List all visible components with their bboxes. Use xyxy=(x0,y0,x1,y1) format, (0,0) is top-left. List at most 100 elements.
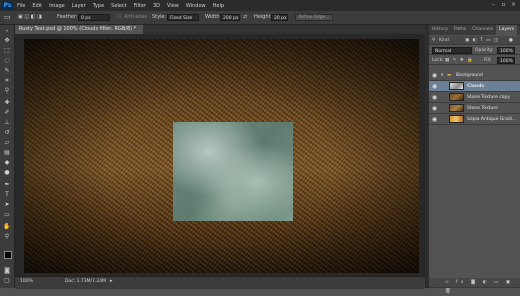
width-label: Width: xyxy=(205,14,222,20)
layer-name: Clouds xyxy=(467,84,485,89)
quick-mask-icon[interactable]: ◙ xyxy=(3,267,11,274)
visibility-eye-icon[interactable]: ◉ xyxy=(431,105,438,112)
rectangle-shape-icon[interactable]: ▭ xyxy=(3,211,11,218)
layer-thumbnail xyxy=(449,104,464,112)
menu-filter[interactable]: Filter xyxy=(134,3,146,9)
filter-type-icons[interactable]: ▣ ◐ T ▭ ◫ xyxy=(465,36,499,45)
clone-stamp-icon[interactable]: ⊥ xyxy=(3,119,11,126)
menu-select[interactable]: Select xyxy=(111,3,126,9)
style-select[interactable]: Fixed Size xyxy=(167,14,199,21)
layer-row-sepia-gradient[interactable]: ◉ Sepia Antique Gradi... xyxy=(429,114,520,125)
maximize-icon[interactable]: ▫ xyxy=(499,1,508,9)
layer-group-background[interactable]: ◉ ▾ ▬ Background xyxy=(429,70,520,81)
tab-paths[interactable]: Paths xyxy=(451,25,469,35)
hand-tool-icon[interactable]: ✋ xyxy=(3,223,11,230)
rectangular-marquee-icon[interactable]: ⬚ xyxy=(3,47,11,54)
zoom-tool-icon[interactable]: ⚲ xyxy=(3,233,11,240)
layer-name: Sepia Antique Gradi... xyxy=(467,117,517,122)
gradient-tool-icon[interactable]: ▤ xyxy=(3,149,11,156)
layer-thumbnail xyxy=(449,115,464,123)
screen-mode-icon[interactable]: ▢ xyxy=(3,277,11,284)
height-label: Height: xyxy=(254,14,273,20)
status-menu-arrow-icon[interactable]: ▸ xyxy=(110,278,113,284)
move-tool-icon[interactable]: ✥ xyxy=(3,37,11,44)
antialias-checkbox[interactable]: ☐ xyxy=(117,14,121,21)
lock-icons[interactable]: ▦ ✎ ✥ 🔒 xyxy=(445,56,474,65)
toolbox: » ✥ ⬚ ◌ ✎ ⌗ ⚲ ✚ ✐ ⊥ ↺ ▱ ▤ ◆ ● ✒ T ➤ ▭ ✋ … xyxy=(0,25,15,288)
spot-healing-icon[interactable]: ✚ xyxy=(3,99,11,106)
dodge-tool-icon[interactable]: ● xyxy=(3,169,11,176)
layer-thumbnail xyxy=(449,93,464,101)
width-field[interactable]: 200 px xyxy=(220,14,240,21)
menu-layer[interactable]: Layer xyxy=(72,3,86,9)
visibility-eye-icon[interactable]: ◉ xyxy=(431,94,438,101)
history-brush-icon[interactable]: ↺ xyxy=(3,129,11,136)
eraser-tool-icon[interactable]: ▱ xyxy=(3,139,11,146)
layer-action-icons[interactable]: ∞ fx ◙ ◐ ▭ ▣ 🗑 xyxy=(445,278,520,296)
refine-edge-button[interactable]: Refine Edge... xyxy=(295,14,333,21)
tab-history[interactable]: History xyxy=(429,25,451,35)
folder-icon: ▬ xyxy=(447,73,452,78)
pen-tool-icon[interactable]: ✒ xyxy=(3,181,11,188)
menu-3d[interactable]: 3D xyxy=(153,3,160,9)
layer-row-stone-texture[interactable]: ◉ Stone Texture xyxy=(429,103,520,114)
document-tab-title: Rusty Text.psd @ 100% (Clouds filter, RG… xyxy=(19,26,137,32)
blend-mode-select[interactable]: Normal xyxy=(432,47,472,54)
lock-fill-row: Lock: ▦ ✎ ✥ 🔒 Fill: 100% xyxy=(429,56,520,65)
eyedropper-icon[interactable]: ⚲ xyxy=(3,87,11,94)
fill-field[interactable]: 100% xyxy=(497,57,515,64)
menu-window[interactable]: Window xyxy=(186,3,206,9)
opacity-field[interactable]: 100% xyxy=(497,47,515,54)
menu-image[interactable]: Image xyxy=(49,3,65,9)
height-field[interactable]: 20 px xyxy=(271,14,288,21)
group-name: Background xyxy=(456,73,483,78)
opacity-label: Opacity: xyxy=(475,48,494,53)
tab-channels[interactable]: Channels xyxy=(469,25,496,35)
type-tool-icon[interactable]: T xyxy=(3,191,11,198)
layers-bottom-toolbar: ∞ fx ◙ ◐ ▭ ▣ 🗑 xyxy=(429,278,520,294)
visibility-eye-icon[interactable]: ◉ xyxy=(431,72,438,79)
menu-type[interactable]: Type xyxy=(93,3,104,9)
panel-tabs: History Paths Channels Layers xyxy=(429,25,520,35)
feather-field[interactable]: 0 px xyxy=(78,14,110,21)
quick-selection-icon[interactable]: ✎ xyxy=(3,67,11,74)
tab-layers[interactable]: Layers xyxy=(496,25,517,35)
selection-mode-icons[interactable]: ▣ ◫ ◧ ◨ xyxy=(18,14,42,21)
menu-view[interactable]: View xyxy=(167,3,179,9)
filter-toggle-icon[interactable]: ● xyxy=(509,36,513,45)
layer-filter-row: ⚲ Kind ▣ ◐ T ▭ ◫ ● xyxy=(429,36,520,45)
document-info[interactable]: Doc: 1.73M/7.24M xyxy=(65,279,106,284)
layer-row-clouds[interactable]: ◉ Clouds xyxy=(429,81,520,92)
close-icon[interactable]: × xyxy=(509,1,518,9)
visibility-eye-icon[interactable]: ◉ xyxy=(431,116,438,123)
document-tab[interactable]: Rusty Text.psd @ 100% (Clouds filter, RG… xyxy=(15,25,143,41)
brush-tool-icon[interactable]: ✐ xyxy=(3,109,11,116)
group-expand-icon[interactable]: ▾ xyxy=(441,71,443,80)
layer-name: Stone Texture copy xyxy=(467,95,511,100)
document-tab-bar: Rusty Text.psd @ 100% (Clouds filter, RG… xyxy=(15,25,425,41)
foreground-color-swatch[interactable] xyxy=(4,251,12,259)
menu-bar: Ps File Edit Image Layer Type Select Fil… xyxy=(0,0,520,11)
path-selection-icon[interactable]: ➤ xyxy=(3,201,11,208)
layer-thumbnail xyxy=(449,82,464,90)
marquee-tool-preset-icon[interactable]: ▭ xyxy=(4,14,11,21)
crop-tool-icon[interactable]: ⌗ xyxy=(3,77,11,84)
swap-dimensions-icon[interactable]: ⇄ xyxy=(243,14,247,21)
blur-tool-icon[interactable]: ◆ xyxy=(3,159,11,166)
toolbox-collapse-icon[interactable]: » xyxy=(3,27,11,34)
menu-help[interactable]: Help xyxy=(213,3,224,9)
minimize-icon[interactable]: – xyxy=(489,1,498,9)
clouds-filter-selection[interactable] xyxy=(173,122,293,221)
photoshop-logo: Ps xyxy=(2,1,13,10)
antialias-label: Anti-alias xyxy=(124,14,148,20)
visibility-eye-icon[interactable]: ◉ xyxy=(431,83,438,90)
zoom-level[interactable]: 100% xyxy=(20,279,33,284)
menu-edit[interactable]: Edit xyxy=(32,3,42,9)
filter-search-icon: ⚲ xyxy=(432,38,436,43)
menu-file[interactable]: File xyxy=(17,3,25,9)
filter-kind-select[interactable]: Kind xyxy=(439,36,449,45)
layer-row-stone-texture-copy[interactable]: ◉ Stone Texture copy xyxy=(429,92,520,103)
layers-panel: History Paths Channels Layers ⚲ Kind ▣ ◐… xyxy=(429,25,520,294)
lasso-tool-icon[interactable]: ◌ xyxy=(3,57,11,64)
feather-label: Feather: xyxy=(57,14,78,20)
